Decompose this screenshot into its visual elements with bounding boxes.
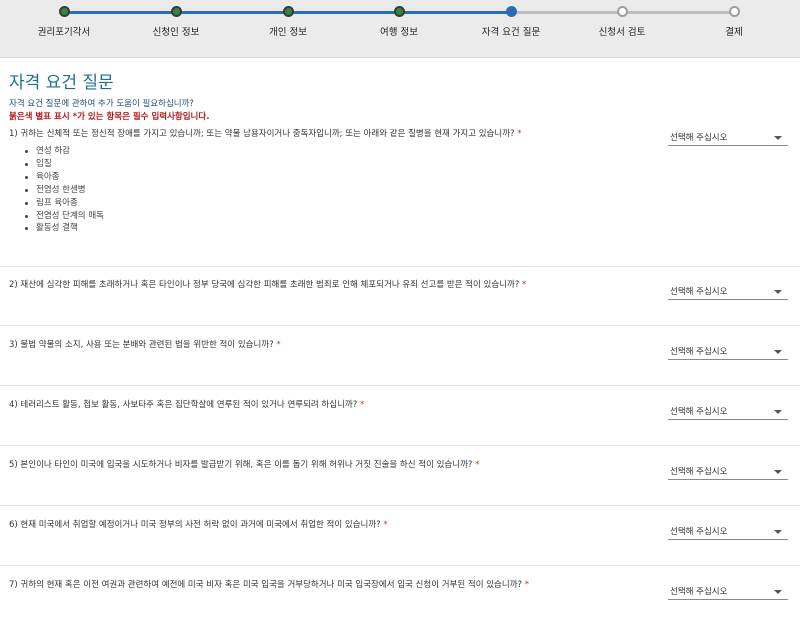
step-label: 개인 정보	[269, 27, 307, 38]
question-5: 5) 본인이나 타인이 미국에 입국을 시도하거나 비자를 발급받기 위해, 혹…	[9, 459, 649, 471]
answer-select-1[interactable]: 선택해 주십시오	[668, 128, 788, 146]
question-text: 6) 현재 미국에서 취업할 예정이거나 미국 정부의 사전 허락 없이 과거에…	[9, 520, 381, 530]
step-label: 신청서 검토	[598, 27, 646, 38]
select-value: 선택해 주십시오	[670, 467, 728, 477]
step-done-icon	[283, 6, 294, 17]
required-asterisk: *	[359, 400, 365, 410]
question-text: 2) 재산에 심각한 피해를 초래하거나 혹은 타인이나 정부 당국에 심각한 …	[9, 280, 520, 290]
question-1: 1) 귀하는 신체적 또는 정신적 장애를 가지고 있습니까; 또는 약물 남용…	[9, 128, 649, 140]
required-asterisk: *	[517, 129, 522, 139]
list-item: 활동성 결핵	[24, 222, 104, 235]
question-4: 4) 테러리스트 활동, 첩보 활동, 사보타주 혹은 집단학살에 연루된 적이…	[9, 399, 649, 411]
dropdown-arrow-icon	[774, 470, 782, 474]
step-label: 자격 요건 질문	[481, 27, 541, 38]
select-value: 선택해 주십시오	[670, 587, 728, 597]
question-2: 2) 재산에 심각한 피해를 초래하거나 혹은 타인이나 정부 당국에 심각한 …	[9, 279, 649, 291]
list-item: 임질	[24, 158, 104, 171]
dropdown-arrow-icon	[774, 290, 782, 294]
question-text: 5) 본인이나 타인이 미국에 입국을 시도하거나 비자를 발급받기 위해, 혹…	[9, 460, 473, 470]
list-item: 연성 하감	[24, 145, 104, 158]
answer-select-5[interactable]: 선택해 주십시오	[668, 462, 788, 480]
dropdown-arrow-icon	[774, 590, 782, 594]
step-todo-icon	[729, 6, 740, 17]
select-value: 선택해 주십시오	[670, 133, 728, 143]
step-label: 여행 정보	[380, 27, 418, 38]
question-text: 4) 테러리스트 활동, 첩보 활동, 사보타주 혹은 집단학살에 연루된 적이…	[9, 400, 358, 410]
progress-stepper: 권리포기각서 신청인 정보 개인 정보 여행 정보 자격 요건 질문 신청서 검…	[0, 0, 800, 58]
question-7: 7) 귀하의 현재 혹은 이전 여권과 관련하여 예전에 미국 비자 혹은 미국…	[9, 579, 649, 591]
select-value: 선택해 주십시오	[670, 287, 728, 297]
list-item: 전염성 한센병	[24, 184, 104, 197]
required-asterisk: *	[383, 520, 388, 530]
required-note: 붉은색 별표 표시 *가 있는 항목은 필수 입력사항입니다.	[9, 112, 210, 122]
question-text: 3) 불법 약물의 소지, 사용 또는 분배와 관련된 법을 위반한 적이 있습…	[9, 340, 274, 350]
step-done-icon	[394, 6, 405, 17]
divider	[0, 565, 800, 566]
step-current-icon	[506, 6, 517, 17]
dropdown-arrow-icon	[774, 136, 782, 140]
step-label: 신청인 정보	[152, 27, 200, 38]
dropdown-arrow-icon	[774, 530, 782, 534]
divider	[0, 266, 800, 267]
answer-select-7[interactable]: 선택해 주십시오	[668, 582, 788, 600]
disease-list: 연성 하감 임질 육아종 전염성 한센병 림프 육아종 전염성 단계의 매독 활…	[24, 145, 104, 235]
list-item: 전염성 단계의 매독	[24, 210, 104, 223]
select-value: 선택해 주십시오	[670, 347, 728, 357]
answer-select-2[interactable]: 선택해 주십시오	[668, 282, 788, 300]
divider	[0, 445, 800, 446]
required-asterisk: *	[522, 280, 527, 290]
question-6: 6) 현재 미국에서 취업할 예정이거나 미국 정부의 사전 허락 없이 과거에…	[9, 519, 649, 531]
divider	[0, 325, 800, 326]
answer-select-6[interactable]: 선택해 주십시오	[668, 522, 788, 540]
required-asterisk: *	[524, 580, 529, 590]
divider	[0, 385, 800, 386]
list-item: 육아종	[24, 171, 104, 184]
step-label: 결제	[725, 27, 743, 38]
dropdown-arrow-icon	[774, 410, 782, 414]
list-item: 림프 육아종	[24, 197, 104, 210]
question-3: 3) 불법 약물의 소지, 사용 또는 분배와 관련된 법을 위반한 적이 있습…	[9, 339, 649, 351]
question-text: 7) 귀하의 현재 혹은 이전 여권과 관련하여 예전에 미국 비자 혹은 미국…	[9, 580, 523, 590]
question-text: 1) 귀하는 신체적 또는 정신적 장애를 가지고 있습니까; 또는 약물 남용…	[9, 129, 515, 139]
divider	[0, 505, 800, 506]
step-todo-icon	[617, 6, 628, 17]
step-label: 권리포기각서	[37, 27, 91, 38]
answer-select-3[interactable]: 선택해 주십시오	[668, 342, 788, 360]
select-value: 선택해 주십시오	[670, 527, 728, 537]
step-done-icon	[59, 6, 70, 17]
step-done-icon	[171, 6, 182, 17]
help-link[interactable]: 자격 요건 질문에 관하여 추가 도움이 필요하십니까?	[9, 97, 194, 109]
select-value: 선택해 주십시오	[670, 407, 728, 417]
required-asterisk: *	[475, 460, 480, 470]
required-asterisk: *	[276, 340, 281, 350]
page-title: 자격 요건 질문	[9, 73, 114, 93]
answer-select-4[interactable]: 선택해 주십시오	[668, 402, 788, 420]
dropdown-arrow-icon	[774, 350, 782, 354]
